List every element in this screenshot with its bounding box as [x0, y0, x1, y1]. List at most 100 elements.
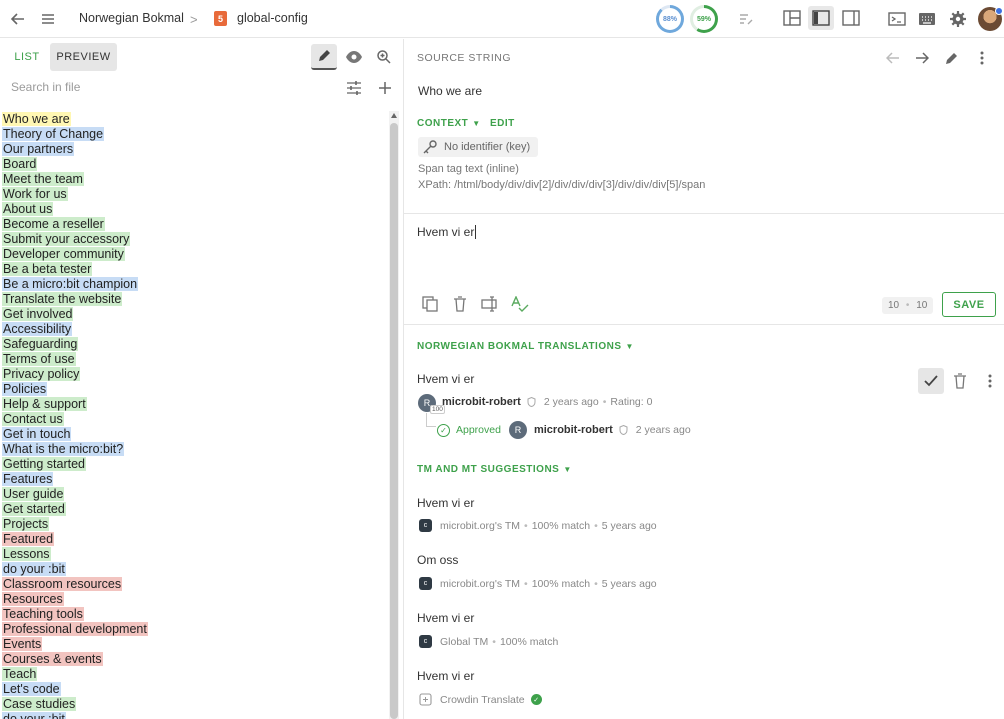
- translator-name[interactable]: microbit-robert: [442, 396, 521, 408]
- string-list-item[interactable]: Resources: [2, 592, 388, 607]
- string-list-item[interactable]: Teach: [2, 667, 388, 682]
- eye-icon[interactable]: [341, 44, 367, 70]
- string-list-item[interactable]: Become a reseller: [2, 217, 388, 232]
- string-list-item-text: Resources: [2, 592, 64, 606]
- context-dropdown[interactable]: CONTEXT ▼: [417, 118, 480, 129]
- save-button[interactable]: SAVE: [942, 292, 996, 317]
- string-list-item[interactable]: Projects: [2, 517, 388, 532]
- tab-list[interactable]: LIST: [8, 44, 46, 70]
- string-list-item[interactable]: About us: [2, 202, 388, 217]
- suggestion-match: 100% match: [531, 577, 591, 590]
- string-list-item-text: Lessons: [2, 547, 51, 561]
- string-list-item-text: Features: [2, 472, 54, 486]
- string-list-item[interactable]: Events: [2, 637, 388, 652]
- string-list-item[interactable]: Get involved: [2, 307, 388, 322]
- string-list-item[interactable]: Theory of Change: [2, 127, 388, 142]
- string-list-item[interactable]: User guide: [2, 487, 388, 502]
- approve-check-icon[interactable]: [918, 368, 944, 394]
- string-list-item[interactable]: Professional development: [2, 622, 388, 637]
- string-list-item[interactable]: Lessons: [2, 547, 388, 562]
- filter-icon[interactable]: [344, 78, 364, 98]
- string-list-item[interactable]: Translate the website: [2, 292, 388, 307]
- approver-name[interactable]: microbit-robert: [534, 424, 613, 436]
- string-list-item[interactable]: Privacy policy: [2, 367, 388, 382]
- character-counter: 10 • 10: [882, 297, 934, 314]
- edit-context-link[interactable]: EDIT: [490, 118, 515, 129]
- scroll-thumb[interactable]: [390, 123, 398, 719]
- add-icon[interactable]: [375, 78, 395, 98]
- previous-arrow-icon[interactable]: [884, 49, 902, 67]
- string-list-item[interactable]: Featured: [2, 532, 388, 547]
- string-list-item-text: Safeguarding: [2, 337, 79, 351]
- delete-translation-icon[interactable]: [951, 372, 969, 390]
- string-list-item[interactable]: Classroom resources: [2, 577, 388, 592]
- string-list-item[interactable]: Let's code: [2, 682, 388, 697]
- terminal-icon[interactable]: [886, 9, 908, 29]
- translated-progress[interactable]: 88%: [656, 5, 684, 33]
- string-list-item[interactable]: Our partners: [2, 142, 388, 157]
- text-cursor-icon[interactable]: [481, 295, 499, 313]
- delete-icon[interactable]: [451, 295, 469, 313]
- edit-source-icon[interactable]: [943, 49, 961, 67]
- edit-list-icon[interactable]: [736, 9, 756, 29]
- translation-editor[interactable]: Hvem vi er: [417, 225, 477, 239]
- string-list-item[interactable]: do your :bit: [2, 562, 388, 577]
- string-list-item[interactable]: Teaching tools: [2, 607, 388, 622]
- suggestion-source: microbit.org's TM: [440, 519, 520, 532]
- context-label: CONTEXT: [417, 118, 469, 129]
- gear-icon[interactable]: [947, 9, 969, 29]
- string-list-item[interactable]: Developer community: [2, 247, 388, 262]
- string-list-item[interactable]: Policies: [2, 382, 388, 397]
- suggestion-text[interactable]: Om oss: [417, 553, 458, 567]
- more-vertical-icon[interactable]: [973, 49, 991, 67]
- string-list-item[interactable]: Contact us: [2, 412, 388, 427]
- string-list-item[interactable]: Be a beta tester: [2, 262, 388, 277]
- language-breadcrumb[interactable]: Norwegian Bokmal: [79, 11, 184, 25]
- zoom-icon[interactable]: [371, 44, 397, 70]
- string-list-item[interactable]: Help & support: [2, 397, 388, 412]
- string-list-item[interactable]: Accessibility: [2, 322, 388, 337]
- string-list-item[interactable]: Courses & events: [2, 652, 388, 667]
- layout-side-by-side-icon[interactable]: [779, 6, 805, 30]
- scrollbar[interactable]: [389, 111, 399, 719]
- suggestions-dropdown[interactable]: TM AND MT SUGGESTIONS ▼: [417, 464, 571, 475]
- back-arrow-icon[interactable]: [8, 9, 28, 29]
- edit-mode-icon[interactable]: [311, 44, 337, 70]
- string-list-item[interactable]: Work for us: [2, 187, 388, 202]
- caret-down-icon: ▼: [625, 342, 634, 351]
- menu-icon[interactable]: [38, 9, 58, 29]
- approver-avatar[interactable]: R: [508, 421, 527, 439]
- string-list-item[interactable]: Case studies: [2, 697, 388, 712]
- file-name[interactable]: global-config: [237, 11, 308, 25]
- layout-left-panel-icon[interactable]: [808, 6, 834, 30]
- layout-right-panel-icon[interactable]: [838, 6, 864, 30]
- search-input[interactable]: Search in file: [11, 80, 80, 94]
- string-list-item[interactable]: Meet the team: [2, 172, 388, 187]
- approved-progress[interactable]: 59%: [690, 5, 718, 33]
- string-list-item[interactable]: Submit your accessory: [2, 232, 388, 247]
- suggestion-text[interactable]: Hvem vi er: [417, 611, 474, 625]
- tab-preview[interactable]: PREVIEW: [50, 43, 117, 71]
- string-list-item[interactable]: Be a micro:bit champion: [2, 277, 388, 292]
- string-list-item[interactable]: Who we are: [2, 112, 388, 127]
- keyboard-icon[interactable]: [916, 9, 938, 29]
- string-list-item[interactable]: Terms of use: [2, 352, 388, 367]
- string-list-item[interactable]: Get in touch: [2, 427, 388, 442]
- counter-right: 10: [916, 300, 928, 311]
- string-list-item[interactable]: Board: [2, 157, 388, 172]
- string-list-item[interactable]: Features: [2, 472, 388, 487]
- string-list-item[interactable]: Safeguarding: [2, 337, 388, 352]
- suggestion-text[interactable]: Hvem vi er: [417, 496, 474, 510]
- approval-connector: [426, 413, 436, 427]
- string-list-item[interactable]: do your :bit: [2, 712, 388, 719]
- copy-source-icon[interactable]: [421, 295, 439, 313]
- string-list-item[interactable]: Get started: [2, 502, 388, 517]
- suggestion-text[interactable]: Hvem vi er: [417, 669, 474, 683]
- string-list-item[interactable]: Getting started: [2, 457, 388, 472]
- spellcheck-icon[interactable]: [511, 295, 529, 313]
- string-list-item[interactable]: What is the micro:bit?: [2, 442, 388, 457]
- translations-dropdown[interactable]: NORWEGIAN BOKMAL TRANSLATIONS ▼: [417, 341, 633, 352]
- next-arrow-icon[interactable]: [913, 49, 931, 67]
- translation-more-icon[interactable]: [981, 372, 999, 390]
- scroll-up-arrow-icon[interactable]: [391, 113, 397, 118]
